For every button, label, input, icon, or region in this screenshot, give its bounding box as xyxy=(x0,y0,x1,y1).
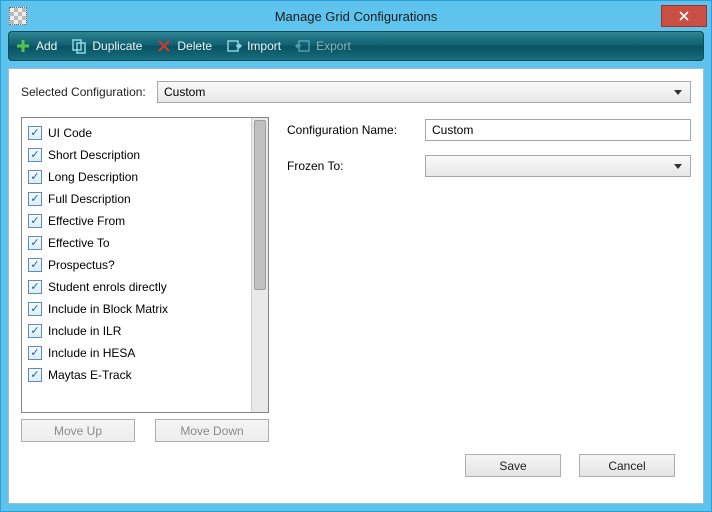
list-item-label: Include in Block Matrix xyxy=(48,302,168,316)
button-label: Move Down xyxy=(180,424,243,438)
import-icon xyxy=(226,38,242,54)
checkbox[interactable]: ✓ xyxy=(28,148,42,162)
list-item-label: Maytas E-Track xyxy=(48,368,132,382)
list-item[interactable]: ✓ Effective From xyxy=(24,210,249,232)
config-name-label: Configuration Name: xyxy=(287,123,417,137)
plus-icon xyxy=(15,38,31,54)
list-item[interactable]: ✓ Include in ILR xyxy=(24,320,249,342)
selected-config-value: Custom xyxy=(164,85,205,99)
window-title: Manage Grid Configurations xyxy=(1,9,711,24)
content-panel: Selected Configuration: Custom ✓UI Code✓… xyxy=(8,68,704,504)
export-button: Export xyxy=(295,38,351,54)
list-item-label: Long Description xyxy=(48,170,138,184)
dialog-footer: Save Cancel xyxy=(21,442,691,491)
checkbox[interactable]: ✓ xyxy=(28,258,42,272)
button-label: Cancel xyxy=(608,459,645,473)
scrollbar[interactable] xyxy=(251,118,268,412)
list-item[interactable]: ✓ Include in HESA xyxy=(24,342,249,364)
move-down-button: Move Down xyxy=(155,419,269,442)
scrollbar-thumb[interactable] xyxy=(254,120,266,290)
list-item[interactable]: ✓ Long Description xyxy=(24,166,249,188)
toolbar: Add Duplicate Delete Import Export xyxy=(8,31,704,61)
toolbar-label: Add xyxy=(36,39,57,53)
export-icon xyxy=(295,38,311,54)
button-label: Save xyxy=(499,459,526,473)
selected-config-row: Selected Configuration: Custom xyxy=(21,81,691,103)
frozen-to-label: Frozen To: xyxy=(287,159,417,173)
checkbox[interactable]: ✓ xyxy=(28,126,42,140)
columns-listbox[interactable]: ✓ UI Code ✓ Short Description ✓ Long Descript… xyxy=(21,117,269,413)
close-icon xyxy=(679,11,689,21)
frozen-to-dropdown[interactable] xyxy=(425,155,691,177)
checkbox[interactable]: ✓ xyxy=(28,346,42,360)
dialog-window: Manage Grid Configurations Add Duplicate… xyxy=(0,0,712,512)
system-menu-icon[interactable] xyxy=(9,7,27,25)
config-name-input[interactable] xyxy=(425,119,691,141)
details-panel: Configuration Name: Frozen To: xyxy=(287,117,691,442)
list-item-label: Include in HESA xyxy=(48,346,135,360)
list-item-label: UI Code xyxy=(48,126,92,140)
button-label: Move Up xyxy=(54,424,102,438)
save-button[interactable]: Save xyxy=(465,454,561,477)
list-item[interactable]: ✓ Short Description xyxy=(24,144,249,166)
checkbox[interactable]: ✓ xyxy=(28,368,42,382)
list-item[interactable]: ✓ Include in Block Matrix xyxy=(24,298,249,320)
checkbox[interactable]: ✓ xyxy=(28,324,42,338)
duplicate-icon xyxy=(71,38,87,54)
list-item-label: Effective From xyxy=(48,214,125,228)
delete-button[interactable]: Delete xyxy=(156,38,212,54)
list-item[interactable]: ✓ Effective To xyxy=(24,232,249,254)
move-up-button: Move Up xyxy=(21,419,135,442)
list-item-label: Full Description xyxy=(48,192,131,206)
list-item[interactable]: ✓ Student enrols directly xyxy=(24,276,249,298)
add-button[interactable]: Add xyxy=(15,38,57,54)
checkbox[interactable]: ✓ xyxy=(28,192,42,206)
checkbox[interactable]: ✓ xyxy=(28,236,42,250)
toolbar-label: Delete xyxy=(177,39,212,53)
delete-icon xyxy=(156,38,172,54)
list-item-label: Include in ILR xyxy=(48,324,121,338)
list-item[interactable]: ✓ Full Description xyxy=(24,188,249,210)
list-item-label: Effective To xyxy=(48,236,110,250)
list-item-label: Student enrols directly xyxy=(48,280,167,294)
checkbox[interactable]: ✓ xyxy=(28,280,42,294)
toolbar-label: Import xyxy=(247,39,281,53)
duplicate-button[interactable]: Duplicate xyxy=(71,38,142,54)
selected-config-dropdown[interactable]: Custom xyxy=(157,81,691,103)
title-bar: Manage Grid Configurations xyxy=(1,1,711,31)
selected-config-label: Selected Configuration: xyxy=(21,85,151,99)
toolbar-label: Duplicate xyxy=(92,39,142,53)
close-button[interactable] xyxy=(661,5,707,27)
checkbox[interactable]: ✓ xyxy=(28,214,42,228)
columns-panel: ✓ UI Code ✓ Short Description ✓ Long Descript… xyxy=(21,117,269,442)
list-item-label: Short Description xyxy=(48,148,140,162)
list-item[interactable]: ✓ UI Code xyxy=(24,122,249,144)
toolbar-label: Export xyxy=(316,39,351,53)
checkbox[interactable]: ✓ xyxy=(28,302,42,316)
list-item[interactable]: ✓ Maytas E-Track xyxy=(24,364,249,386)
import-button[interactable]: Import xyxy=(226,38,281,54)
list-item[interactable]: ✓ Prospectus? xyxy=(24,254,249,276)
cancel-button[interactable]: Cancel xyxy=(579,454,675,477)
checkbox[interactable]: ✓ xyxy=(28,170,42,184)
list-item-label: Prospectus? xyxy=(48,258,115,272)
